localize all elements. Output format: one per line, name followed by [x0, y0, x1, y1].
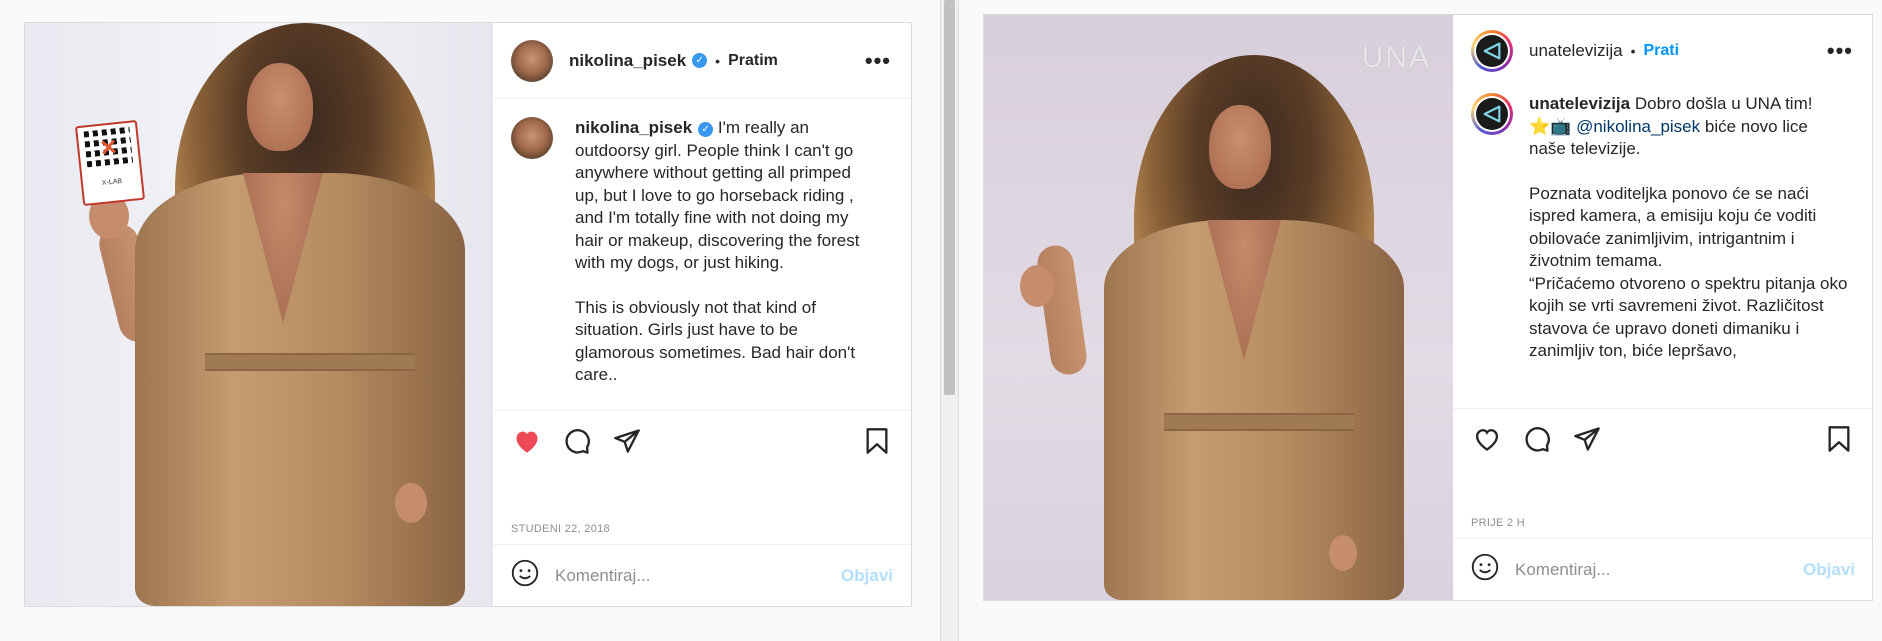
verified-badge-icon: ✓: [698, 122, 714, 137]
caption-text: unatelevizija Dobro došla u UNA tim! ⭐📺 …: [1529, 93, 1849, 408]
avatar[interactable]: [511, 39, 553, 82]
post-date[interactable]: STUDENI 22, 2018: [493, 523, 628, 535]
more-options-icon[interactable]: •••: [865, 48, 891, 74]
scrollbar[interactable]: [940, 0, 959, 641]
post-comment-button[interactable]: Objavi: [841, 566, 893, 586]
separator-dot: •: [715, 52, 721, 69]
post-date[interactable]: PRIJE 2 H: [1453, 517, 1543, 529]
caption-paragraph-1: I'm really an outdoorsy girl. People thi…: [575, 118, 860, 272]
share-icon[interactable]: [611, 425, 643, 457]
comment-row: Objavi: [1453, 538, 1873, 600]
caption-paragraph-2: Poznata voditeljka ponovo će se naći isp…: [1529, 183, 1817, 271]
una-watermark: UNA: [1361, 41, 1431, 74]
caption-area: unatelevizija Dobro došla u UNA tim! ⭐📺 …: [1453, 87, 1873, 409]
emoji-star-tv: ⭐📺: [1529, 116, 1572, 136]
action-bar: [493, 411, 911, 471]
caption-line-1: Dobro došla u UNA tim!: [1634, 94, 1813, 113]
post-header: nikolina_pisek ✓ • Pratim •••: [493, 23, 911, 99]
comment-row: Objavi: [493, 544, 911, 606]
heart-icon[interactable]: [1471, 423, 1503, 455]
bookmark-icon[interactable]: [861, 425, 893, 457]
caption-text: nikolina_pisek ✓ I'm really an outdoorsy …: [575, 117, 875, 410]
comment-icon[interactable]: [1521, 423, 1553, 455]
comment-input[interactable]: [555, 565, 842, 586]
following-button[interactable]: Pratim: [728, 52, 778, 70]
scrollbar-thumb[interactable]: [944, 0, 955, 395]
share-icon[interactable]: [1571, 423, 1603, 455]
header-username[interactable]: unatelevizija: [1529, 41, 1623, 61]
caption-avatar[interactable]: [1471, 93, 1513, 135]
woman-figure: [25, 23, 493, 606]
header-username[interactable]: nikolina_pisek: [569, 51, 686, 71]
caption-avatar[interactable]: [511, 117, 553, 159]
caption-paragraph-3: “Pričaćemo otvoreno o spektru pitanja ok…: [1529, 273, 1848, 361]
avatar[interactable]: [1471, 30, 1513, 72]
caption-username[interactable]: nikolina_pisek: [575, 118, 692, 137]
heart-filled-icon[interactable]: [511, 425, 543, 457]
caption-paragraph-2: This is obviously not that kind of situa…: [575, 297, 856, 385]
verified-badge-icon: ✓: [692, 53, 708, 68]
emoji-icon[interactable]: [511, 559, 539, 592]
more-options-icon[interactable]: •••: [1827, 38, 1853, 64]
mention-link[interactable]: @nikolina_pisek: [1576, 117, 1700, 136]
emoji-icon[interactable]: [1471, 553, 1499, 586]
post-panel: unatelevizija • Prati ••• unatelevizija …: [1453, 15, 1873, 600]
separator-dot: •: [1630, 43, 1636, 59]
woman-figure: [984, 15, 1453, 600]
post-header: unatelevizija • Prati •••: [1453, 15, 1873, 87]
post-nikolina: ✕ X-LAB nikolina_pisek ✓ • Pratim ••• ni…: [24, 22, 912, 607]
caption-username[interactable]: unatelevizija: [1529, 94, 1630, 113]
post-image[interactable]: UNA: [984, 15, 1453, 600]
post-comment-button[interactable]: Objavi: [1803, 560, 1855, 580]
product-box: ✕ X-LAB: [74, 119, 146, 207]
comment-icon[interactable]: [561, 425, 593, 457]
follow-button[interactable]: Prati: [1643, 42, 1679, 60]
bookmark-icon[interactable]: [1823, 423, 1855, 455]
action-bar: [1453, 409, 1873, 469]
post-image[interactable]: ✕ X-LAB: [25, 23, 493, 606]
caption-area: nikolina_pisek ✓ I'm really an outdoorsy …: [493, 99, 911, 411]
comment-input[interactable]: [1515, 559, 1804, 580]
post-panel: nikolina_pisek ✓ • Pratim ••• nikolina_p…: [493, 23, 911, 606]
post-unatelevizija: UNA unatelevizija • Prati ••• unateleviz…: [983, 14, 1873, 601]
